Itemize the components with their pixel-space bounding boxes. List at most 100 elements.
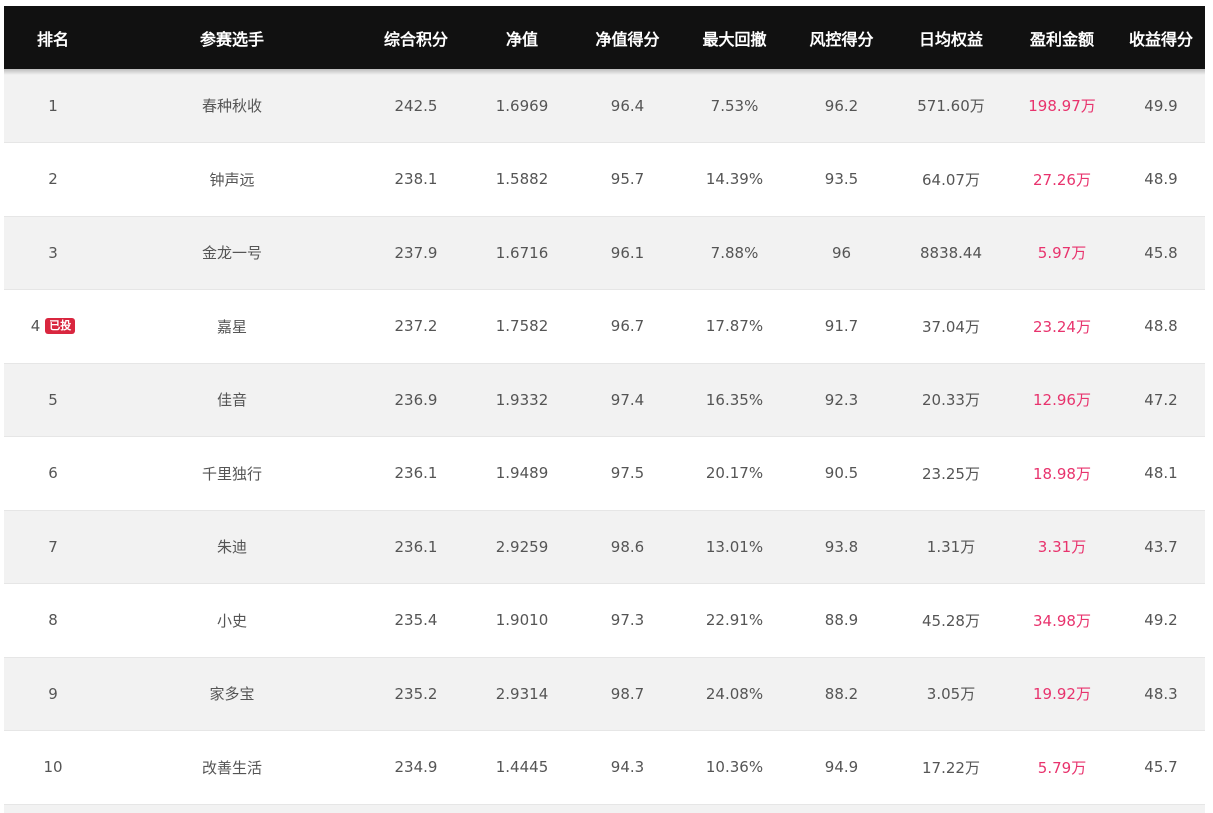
risk-score-cell: 90.5 <box>788 436 895 511</box>
table-row[interactable]: 8 小史 235.4 1.9010 97.3 22.91% 88.9 45.28万 34.98万… <box>4 583 1205 658</box>
profit-cell: 3.31万 <box>1007 510 1117 584</box>
max-drawdown-cell: 10.36% <box>681 730 788 805</box>
table-row[interactable]: 6 千里独行 236.1 1.9489 97.5 20.17% 90.5 23.25万 18.9… <box>4 436 1205 511</box>
total-score-cell: 236.9 <box>362 363 470 437</box>
nav-score-cell: 94.3 <box>574 730 681 805</box>
player-name-cell[interactable]: 小史 <box>102 583 362 658</box>
rank-cell: 5 <box>4 363 102 437</box>
rank-number: 2 <box>48 170 58 189</box>
rank-wrapper: 1 <box>48 97 58 115</box>
nav-cell: 1.9332 <box>470 363 574 437</box>
header-return-score[interactable]: 收益得分 <box>1117 6 1205 69</box>
risk-score-cell: 96.2 <box>788 69 895 143</box>
risk-score-cell: 91.7 <box>788 289 895 364</box>
return-score-cell: 47.2 <box>1117 363 1205 437</box>
daily-equity-cell: 3.05万 <box>895 657 1007 731</box>
nav-score-cell: 98.7 <box>574 657 681 731</box>
player-name-cell[interactable]: 金龙一号 <box>102 216 362 290</box>
player-name-cell[interactable]: 千里独行 <box>102 436 362 511</box>
nav-score-cell: 95.7 <box>574 142 681 217</box>
player-name-cell[interactable]: 钟声远 <box>102 142 362 217</box>
player-name-cell[interactable]: 佳音 <box>102 363 362 437</box>
risk-score-cell: 92.3 <box>788 363 895 437</box>
profit-cell: 27.26万 <box>1007 142 1117 217</box>
header-profit[interactable]: 盈利金额 <box>1007 6 1117 69</box>
max-drawdown-cell: 24.08% <box>681 657 788 731</box>
header-risk-score[interactable]: 风控得分 <box>788 6 895 69</box>
nav-cell: 1.6969 <box>470 69 574 143</box>
nav-score-cell: 97.4 <box>574 363 681 437</box>
nav-score-cell: 96.4 <box>574 69 681 143</box>
table-row[interactable]: 1 春种秋收 242.5 1.6969 96.4 7.53% 96.2 571.60万 198.… <box>4 69 1205 143</box>
rank-number: 7 <box>48 537 58 556</box>
daily-equity-cell: 1.31万 <box>895 510 1007 584</box>
profit-cell: 5.97万 <box>1007 216 1117 290</box>
player-name-cell[interactable]: 朱迪 <box>102 510 362 584</box>
nav-score-cell: 96.7 <box>574 289 681 364</box>
return-score-cell: 48.1 <box>1117 436 1205 511</box>
daily-equity-cell: 64.07万 <box>895 142 1007 217</box>
total-score-cell: 237.9 <box>362 216 470 290</box>
table-row[interactable]: 7 朱迪 236.1 2.9259 98.6 13.01% 93.8 1.31万 3.31万 43… <box>4 510 1205 584</box>
ranking-table: 排名 参赛选手 综合积分 净值 净值得分 最大回撤 风控得分 日均权益 盈利金额… <box>4 6 1205 805</box>
rank-cell: 2 <box>4 142 102 217</box>
return-score-cell: 48.8 <box>1117 289 1205 364</box>
header-max-drawdown[interactable]: 最大回撤 <box>681 6 788 69</box>
total-score-cell: 236.1 <box>362 436 470 511</box>
max-drawdown-cell: 22.91% <box>681 583 788 658</box>
table-row[interactable]: 4 已投 嘉星 237.2 1.7582 96.7 17.87% 91.7 37.04万 23.2… <box>4 289 1205 364</box>
table-row[interactable]: 10 改善生活 234.9 1.4445 94.3 10.36% 94.9 17.22万 5.7… <box>4 730 1205 805</box>
total-score-cell: 235.2 <box>362 657 470 731</box>
rank-cell: 4 已投 <box>4 289 102 364</box>
max-drawdown-cell: 17.87% <box>681 289 788 364</box>
rank-wrapper: 4 已投 <box>31 317 76 335</box>
rank-wrapper: 6 <box>48 464 58 482</box>
profit-cell: 198.97万 <box>1007 69 1117 143</box>
table-row[interactable]: 3 金龙一号 237.9 1.6716 96.1 7.88% 96 8838.44 5.97万 4… <box>4 216 1205 290</box>
profit-cell: 23.24万 <box>1007 289 1117 364</box>
rank-wrapper: 2 <box>48 170 58 188</box>
rank-number: 6 <box>48 464 58 483</box>
header-total-score[interactable]: 综合积分 <box>362 6 470 69</box>
header-nav-score[interactable]: 净值得分 <box>574 6 681 69</box>
nav-cell: 1.6716 <box>470 216 574 290</box>
return-score-cell: 45.7 <box>1117 730 1205 805</box>
rank-cell: 6 <box>4 436 102 511</box>
player-name-cell[interactable]: 家多宝 <box>102 657 362 731</box>
rank-cell: 1 <box>4 69 102 143</box>
table-row[interactable]: 5 佳音 236.9 1.9332 97.4 16.35% 92.3 20.33万 12.96万… <box>4 363 1205 437</box>
header-nav[interactable]: 净值 <box>470 6 574 69</box>
rank-wrapper: 9 <box>48 685 58 703</box>
rank-wrapper: 3 <box>48 244 58 262</box>
header-rank[interactable]: 排名 <box>4 6 102 69</box>
return-score-cell: 45.8 <box>1117 216 1205 290</box>
player-name-cell[interactable]: 春种秋收 <box>102 69 362 143</box>
table-header: 排名 参赛选手 综合积分 净值 净值得分 最大回撤 风控得分 日均权益 盈利金额… <box>4 6 1205 69</box>
table-row[interactable]: 2 钟声远 238.1 1.5882 95.7 14.39% 93.5 64.07万 27.26… <box>4 142 1205 217</box>
header-daily-equity[interactable]: 日均权益 <box>895 6 1007 69</box>
nav-cell: 2.9314 <box>470 657 574 731</box>
rank-wrapper: 5 <box>48 391 58 409</box>
nav-score-cell: 96.1 <box>574 216 681 290</box>
profit-cell: 12.96万 <box>1007 363 1117 437</box>
rank-wrapper: 7 <box>48 538 58 556</box>
rank-number: 5 <box>48 390 58 409</box>
rank-cell: 9 <box>4 657 102 731</box>
invested-badge: 已投 <box>45 318 76 335</box>
rank-number: 4 <box>30 317 41 336</box>
max-drawdown-cell: 14.39% <box>681 142 788 217</box>
nav-cell: 1.4445 <box>470 730 574 805</box>
rank-wrapper: 10 <box>43 758 62 776</box>
total-score-cell: 237.2 <box>362 289 470 364</box>
risk-score-cell: 94.9 <box>788 730 895 805</box>
risk-score-cell: 93.5 <box>788 142 895 217</box>
return-score-cell: 48.3 <box>1117 657 1205 731</box>
rank-cell: 3 <box>4 216 102 290</box>
header-player[interactable]: 参赛选手 <box>102 6 362 69</box>
nav-cell: 1.9010 <box>470 583 574 658</box>
player-name-cell[interactable]: 改善生活 <box>102 730 362 805</box>
player-name-cell[interactable]: 嘉星 <box>102 289 362 364</box>
table-body: 1 春种秋收 242.5 1.6969 96.4 7.53% 96.2 571.60万 198.… <box>4 69 1205 805</box>
rank-cell: 10 <box>4 730 102 805</box>
table-row[interactable]: 9 家多宝 235.2 2.9314 98.7 24.08% 88.2 3.05万 19.92万… <box>4 657 1205 731</box>
